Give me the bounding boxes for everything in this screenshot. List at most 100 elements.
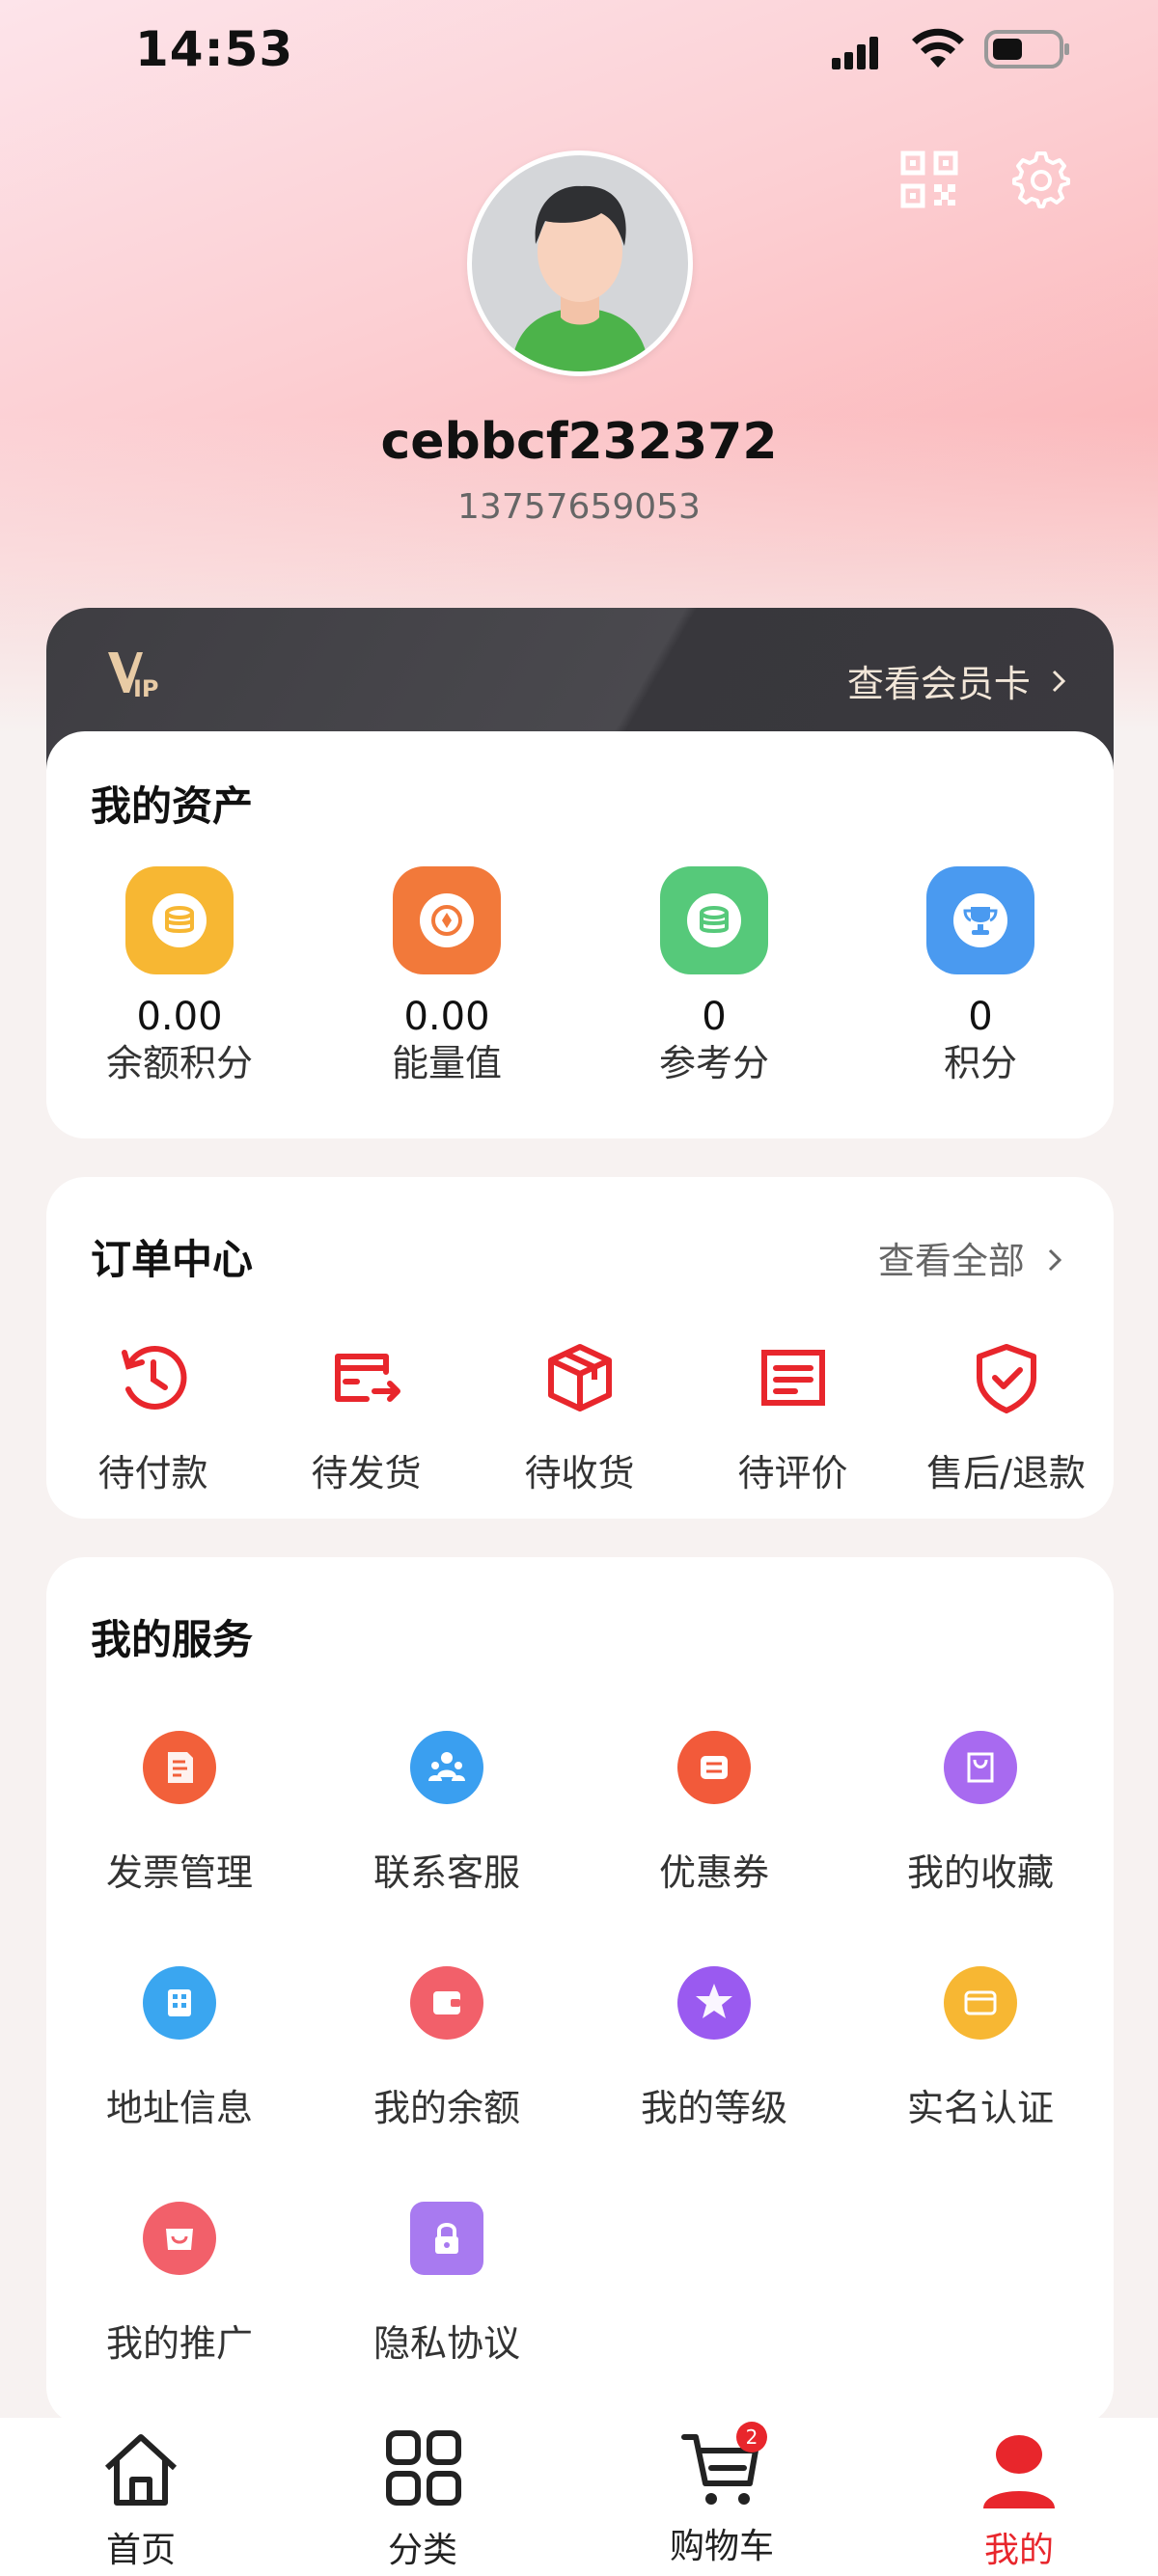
view-member-card-label: 查看会员卡 [846, 663, 1031, 705]
service-invoice[interactable]: 发票管理 [46, 1731, 313, 1896]
order-label: 待付款 [97, 1452, 208, 1494]
tab-label: 分类 [387, 2531, 457, 2570]
qr-code-icon[interactable] [899, 150, 959, 209]
username: cebbcf232372 [380, 413, 778, 471]
lock-icon [410, 2202, 483, 2275]
order-center-title: 订单中心 [91, 1236, 254, 1283]
tab-cart[interactable]: 2 购物车 [616, 2422, 828, 2568]
service-coupon[interactable]: 优惠券 [581, 1731, 847, 1896]
status-time: 14:53 [135, 21, 294, 77]
wallet-icon [410, 1966, 483, 2040]
service-label: 实名认证 [906, 2087, 1054, 2129]
order-pending-payment[interactable]: 待付款 [46, 1339, 260, 1496]
tab-home[interactable]: 首页 [35, 2425, 247, 2572]
my-services-title: 我的服务 [91, 1616, 254, 1663]
order-pending-shipment[interactable]: 待发货 [260, 1339, 473, 1496]
service-label: 地址信息 [105, 2087, 253, 2129]
coin-stack-icon [660, 866, 768, 974]
coupon-icon [677, 1731, 751, 1804]
service-address[interactable]: 地址信息 [46, 1966, 313, 2131]
invoice-icon [143, 1731, 216, 1804]
service-customer-service[interactable]: 联系客服 [314, 1731, 580, 1896]
service-real-name[interactable]: 实名认证 [847, 1966, 1114, 2131]
order-center-card: 订单中心 查看全部 待付款 待发货 待收货 待评价 售后/退款 [46, 1177, 1114, 1519]
service-label: 发票管理 [105, 1851, 253, 1894]
service-label: 我的余额 [372, 2087, 520, 2129]
asset-points[interactable]: 0 积分 [847, 866, 1114, 1086]
service-label: 我的等级 [640, 2087, 787, 2129]
wifi-icon [912, 28, 964, 68]
vip-level-icon [677, 1966, 751, 2040]
service-privacy[interactable]: 隐私协议 [314, 2202, 580, 2367]
address-icon [143, 1966, 216, 2040]
phone-number: 13757659053 [457, 487, 701, 527]
vip-logo-icon: IP [108, 652, 159, 702]
asset-value: 0.00 [403, 995, 490, 1039]
energy-coin-icon [393, 866, 501, 974]
asset-label: 能量值 [391, 1042, 502, 1084]
tab-label: 购物车 [669, 2527, 774, 2566]
settings-gear-icon[interactable] [1011, 150, 1071, 209]
service-label: 我的收藏 [906, 1851, 1054, 1894]
order-pending-review[interactable]: 待评价 [686, 1339, 899, 1496]
order-label: 待发货 [311, 1452, 422, 1494]
service-label: 我的推广 [105, 2322, 253, 2365]
tab-profile[interactable]: 我的 [913, 2425, 1125, 2572]
view-all-orders-link[interactable]: 查看全部 [878, 1231, 1065, 1284]
order-pending-receipt[interactable]: 待收货 [473, 1339, 686, 1496]
cart-icon-wrap: 2 [678, 2422, 767, 2512]
asset-reference-score[interactable]: 0 参考分 [581, 866, 847, 1086]
chevron-right-icon [1052, 670, 1066, 693]
profile-icon [983, 2435, 1055, 2508]
service-label: 联系客服 [372, 1851, 520, 1894]
pending-shipment-icon [334, 1354, 400, 1402]
home-icon [104, 2434, 178, 2506]
trophy-icon [926, 866, 1034, 974]
package-icon [547, 1344, 612, 1411]
view-all-label: 查看全部 [877, 1240, 1025, 1282]
service-promotion[interactable]: 我的推广 [46, 2202, 313, 2367]
avatar[interactable] [467, 151, 693, 376]
order-label: 售后/退款 [926, 1452, 1086, 1494]
chevron-right-icon [1048, 1248, 1062, 1272]
asset-label: 参考分 [658, 1042, 769, 1084]
promotion-icon [143, 2202, 216, 2275]
service-label: 隐私协议 [372, 2322, 520, 2365]
tab-label: 首页 [105, 2531, 176, 2570]
signal-icon [832, 37, 880, 69]
asset-value: 0 [968, 995, 993, 1039]
my-services-card: 我的服务 发票管理 联系客服 优惠券 我的收藏 地址信息 我的余额 我的等级 实… [46, 1557, 1114, 2425]
service-level[interactable]: 我的等级 [581, 1966, 847, 2131]
asset-energy[interactable]: 0.00 能量值 [314, 866, 580, 1086]
customer-service-icon [410, 1731, 483, 1804]
vip-logo-text: IP [133, 675, 159, 702]
favorites-bag-icon [944, 1731, 1017, 1804]
pending-payment-icon [121, 1346, 186, 1410]
view-member-card-link[interactable]: 查看会员卡 [847, 654, 1069, 707]
order-after-sales[interactable]: 售后/退款 [899, 1339, 1113, 1496]
cart-badge: 2 [736, 2422, 767, 2453]
after-sales-shield-icon [976, 1344, 1036, 1413]
service-label: 优惠券 [658, 1851, 769, 1894]
battery-icon [984, 30, 1069, 69]
order-label: 待收货 [524, 1452, 635, 1494]
tab-label: 我的 [983, 2531, 1054, 2570]
id-card-icon [944, 1966, 1017, 2040]
coin-stack-icon [125, 866, 234, 974]
asset-label: 余额积分 [105, 1042, 253, 1084]
bottom-tab-bar: 首页 分类 2 购物车 我的 [0, 2418, 1158, 2576]
asset-value: 0.00 [136, 995, 223, 1039]
asset-value: 0 [702, 995, 727, 1039]
asset-label: 积分 [943, 1042, 1017, 1084]
service-balance[interactable]: 我的余额 [314, 1966, 580, 2131]
category-icon [386, 2430, 461, 2506]
service-favorites[interactable]: 我的收藏 [847, 1731, 1114, 1896]
assets-card: 我的资产 0.00 余额积分 0.00 能量值 0 参考分 0 积分 [46, 731, 1114, 1138]
asset-balance-points[interactable]: 0.00 余额积分 [46, 866, 313, 1086]
status-bar: 14:53 [0, 0, 1158, 96]
avatar-illustration [510, 185, 649, 371]
tab-category[interactable]: 分类 [317, 2425, 529, 2572]
review-icon [760, 1350, 825, 1406]
order-label: 待评价 [737, 1452, 848, 1494]
assets-title: 我的资产 [91, 782, 254, 830]
